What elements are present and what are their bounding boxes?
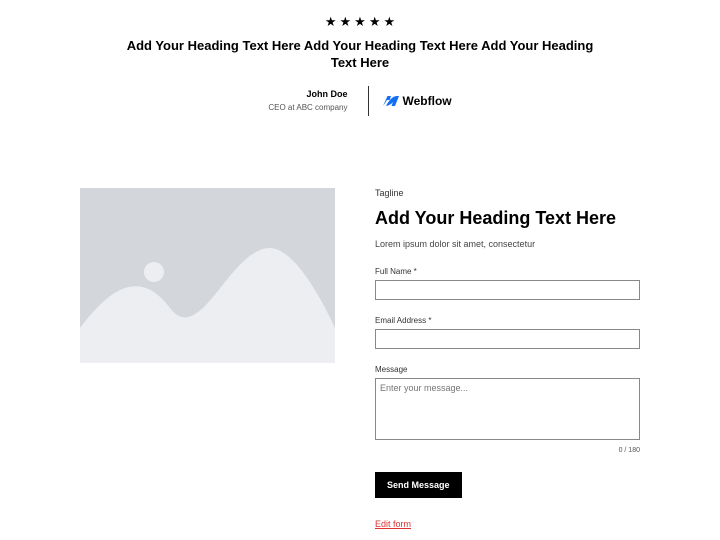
contact-subheading: Lorem ipsum dolor sit amet, consectetur bbox=[375, 239, 640, 249]
logo-text: Webflow bbox=[403, 94, 452, 108]
webflow-icon bbox=[383, 95, 399, 107]
email-label: Email Address * bbox=[375, 316, 640, 325]
send-message-button[interactable]: Send Message bbox=[375, 472, 462, 498]
testimonial-section: ★ ★ ★ ★ ★ Add Your Heading Text Here Add… bbox=[0, 0, 720, 116]
edit-form-link[interactable]: Edit form bbox=[375, 519, 411, 529]
testimonial-author: John Doe CEO at ABC company bbox=[268, 89, 357, 112]
star-icon: ★ bbox=[369, 14, 381, 30]
vertical-divider bbox=[368, 86, 369, 116]
contact-form: Tagline Add Your Heading Text Here Lorem… bbox=[375, 188, 640, 532]
email-input[interactable] bbox=[375, 329, 640, 349]
image-placeholder bbox=[80, 188, 335, 363]
placeholder-graphic-icon bbox=[80, 188, 335, 363]
testimonial-person: John Doe CEO at ABC company Webflow bbox=[120, 86, 600, 116]
star-icon: ★ bbox=[325, 14, 337, 30]
company-logo: Webflow bbox=[379, 94, 452, 108]
contact-section: Tagline Add Your Heading Text Here Lorem… bbox=[0, 188, 720, 532]
star-icon: ★ bbox=[383, 14, 395, 30]
star-icon: ★ bbox=[354, 14, 366, 30]
star-icon: ★ bbox=[340, 14, 352, 30]
star-rating: ★ ★ ★ ★ ★ bbox=[120, 14, 600, 30]
char-counter: 0 / 180 bbox=[375, 447, 640, 454]
author-name: John Doe bbox=[268, 89, 347, 99]
testimonial-heading: Add Your Heading Text Here Add Your Head… bbox=[120, 38, 600, 72]
fullname-label: Full Name * bbox=[375, 267, 640, 276]
author-role: CEO at ABC company bbox=[268, 103, 347, 112]
contact-heading: Add Your Heading Text Here bbox=[375, 208, 640, 229]
message-label: Message bbox=[375, 365, 640, 374]
fullname-input[interactable] bbox=[375, 280, 640, 300]
message-textarea[interactable] bbox=[375, 378, 640, 440]
tagline: Tagline bbox=[375, 188, 640, 198]
